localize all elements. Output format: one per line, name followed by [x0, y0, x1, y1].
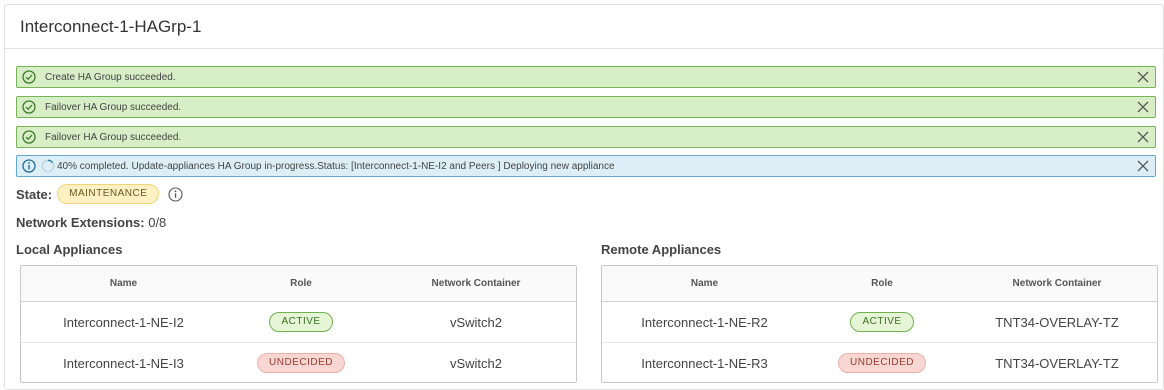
remote-appliances-table: Name Role Network Container Interconnect…: [601, 265, 1158, 383]
role-badge: UNDECIDED: [838, 353, 926, 373]
appliance-name: Interconnect-1-NE-I3: [63, 355, 184, 371]
appliance-name: Interconnect-1-NE-R3: [641, 355, 768, 371]
column-header-role[interactable]: Role: [807, 278, 957, 289]
role-cell: UNDECIDED: [226, 353, 376, 373]
network-extensions: Network Extensions: 0/8: [16, 215, 166, 230]
role-cell: ACTIVE: [807, 312, 957, 332]
column-header-network-container[interactable]: Network Container: [376, 278, 576, 289]
close-icon[interactable]: [1136, 159, 1150, 173]
column-header-role[interactable]: Role: [226, 278, 376, 289]
role-badge: UNDECIDED: [257, 353, 345, 373]
role-badge: ACTIVE: [850, 312, 914, 332]
check-circle-icon: [22, 100, 36, 114]
appliance-name: Interconnect-1-NE-R2: [641, 314, 768, 330]
check-circle-icon: [22, 130, 36, 144]
role-cell: UNDECIDED: [807, 353, 957, 373]
alert-text: Failover HA Group succeeded.: [45, 131, 182, 143]
alert-text: 40% completed. Update-appliances HA Grou…: [57, 160, 615, 172]
success-alert: Failover HA Group succeeded.: [16, 96, 1156, 118]
close-icon[interactable]: [1136, 70, 1150, 84]
network-container: TNT34-OVERLAY-TZ: [995, 314, 1119, 330]
table-row[interactable]: Interconnect-1-NE-R3 UNDECIDED TNT34-OVE…: [602, 343, 1157, 382]
state-label: State:: [16, 186, 53, 202]
info-circle-icon: [22, 159, 36, 173]
network-container: TNT34-OVERLAY-TZ: [995, 355, 1119, 371]
table-row[interactable]: Interconnect-1-NE-I2 ACTIVE vSwitch2: [21, 302, 576, 343]
alert-text: Create HA Group succeeded.: [45, 71, 176, 83]
close-icon[interactable]: [1136, 100, 1150, 114]
network-extensions-value: 0/8: [148, 215, 167, 230]
alert-text: Failover HA Group succeeded.: [45, 101, 182, 113]
column-header-network-container[interactable]: Network Container: [957, 278, 1157, 289]
table-row[interactable]: Interconnect-1-NE-I3 UNDECIDED vSwitch2: [21, 343, 576, 382]
network-container: vSwitch2: [449, 314, 503, 330]
table-row[interactable]: Interconnect-1-NE-R2 ACTIVE TNT34-OVERLA…: [602, 302, 1157, 343]
success-alert: Create HA Group succeeded.: [16, 66, 1156, 88]
role-cell: ACTIVE: [226, 312, 376, 332]
state-row: State: MAINTENANCE: [16, 184, 183, 204]
check-circle-icon: [22, 70, 36, 84]
remote-appliances-title: Remote Appliances: [601, 242, 722, 257]
column-header-name[interactable]: Name: [602, 278, 807, 289]
appliance-name: Interconnect-1-NE-I2: [63, 314, 184, 330]
role-badge: ACTIVE: [269, 312, 333, 332]
close-icon[interactable]: [1136, 130, 1150, 144]
column-header-name[interactable]: Name: [21, 278, 226, 289]
page-title: Interconnect-1-HAGrp-1: [20, 17, 202, 36]
success-alert: Failover HA Group succeeded.: [16, 126, 1156, 148]
table-header: Name Role Network Container: [602, 266, 1157, 302]
info-alert: 40% completed. Update-appliances HA Grou…: [16, 155, 1156, 177]
progress-spinner-icon: [41, 159, 55, 173]
table-header: Name Role Network Container: [21, 266, 576, 302]
state-badge: MAINTENANCE: [57, 184, 160, 204]
info-icon[interactable]: [168, 186, 183, 202]
title-divider: [5, 48, 1163, 49]
local-appliances-title: Local Appliances: [16, 242, 123, 257]
network-container: vSwitch2: [449, 355, 503, 371]
local-appliances-table: Name Role Network Container Interconnect…: [20, 265, 577, 383]
network-extensions-label: Network Extensions:: [16, 215, 145, 230]
